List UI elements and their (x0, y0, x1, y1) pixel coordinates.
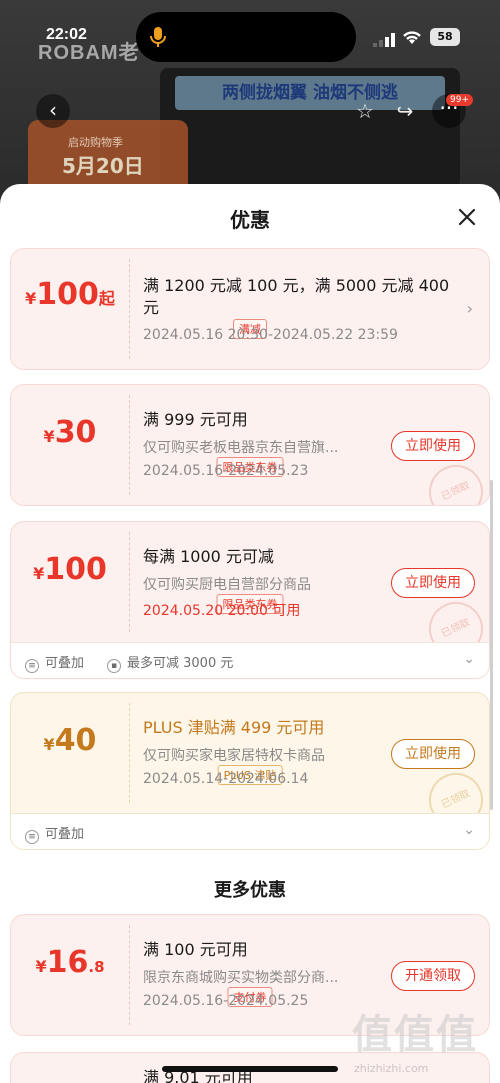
promo-line2: 5月20日 (62, 154, 144, 178)
coupon-desc: 仅可购买厨电自营部分商品 (143, 577, 311, 593)
coupon-date: 2024.05.16-2024.05.23 (143, 463, 309, 479)
coupon-desc: 仅可购买老板电器京东自营旗... (143, 440, 339, 456)
stackable-info: ≡ 可叠加 (25, 652, 84, 673)
coupon-title: 满 100 元可用 (143, 940, 248, 959)
coupon-date: 2024.05.14-2024.06.14 (143, 771, 309, 787)
coupon-amount: ¥16.8 (35, 945, 105, 980)
stack-icon: ≡ (25, 830, 39, 844)
use-now-button[interactable]: 立即使用 (391, 568, 475, 598)
coupon-card: ¥100 限品类东券 每满 1000 元可减 仅可购买厨电自营部分商品 2024… (10, 521, 490, 679)
coupon-date: 2024.05.16 20:30-2024.05.22 23:59 (143, 327, 398, 343)
coupon-title-cont: 元 (143, 298, 160, 317)
chevron-right-icon: › (466, 299, 473, 318)
coupon-amount: ¥40 (43, 723, 97, 758)
coupon-divider (129, 395, 130, 495)
back-button[interactable]: ‹ (36, 94, 70, 128)
stack-icon: ≡ (25, 659, 39, 673)
sheet-title: 优惠 (230, 208, 270, 232)
coupon-amount: ¥30 (43, 415, 97, 450)
use-now-button[interactable]: 立即使用 (391, 431, 475, 461)
coupon-footer[interactable]: ≡ 可叠加 ⌄ (11, 813, 489, 849)
use-now-button[interactable]: 立即使用 (391, 739, 475, 769)
coupon-desc: 限京东商城购买实物类部分商... (143, 970, 339, 986)
status-time: 22:02 (46, 26, 87, 43)
coupon-date: 2024.05.16-2024.05.25 (143, 993, 309, 1009)
coupon-card: ¥30 限品类东券 满 999 元可用 仅可购买老板电器京东自营旗... 202… (10, 384, 490, 506)
stackable-info: ≡ 可叠加 (25, 823, 84, 844)
wifi-icon (402, 30, 422, 49)
coupon-title: 每满 1000 元可减 (143, 547, 274, 566)
section-title: 更多优惠 (214, 880, 286, 901)
microphone-icon (150, 27, 166, 47)
coupon-divider (129, 532, 130, 632)
coupon-date: 2024.05.20 20:00 可用 (143, 603, 301, 619)
home-indicator[interactable] (162, 1066, 338, 1072)
coupon-title: PLUS 津贴满 499 元可用 (143, 718, 325, 737)
battery-indicator: 58 (430, 28, 460, 46)
chevron-down-icon[interactable]: ⌄ (463, 651, 475, 667)
scrollbar[interactable] (490, 480, 493, 810)
activate-claim-button[interactable]: 开通领取 (391, 961, 475, 991)
coupon-footer[interactable]: ≡ 可叠加 ▪ 最多可减 3000 元 ⌄ (11, 642, 489, 678)
coupon-card[interactable]: ¥100起 满减 满 1200 元减 100 元，满 5000 元减 400 元… (10, 248, 490, 370)
max-discount-info: ▪ 最多可减 3000 元 (107, 652, 233, 673)
watermark-logo: 值值值 (352, 1012, 478, 1058)
coupon-amount: ¥100起 (25, 277, 115, 312)
message-badge: 99+ (446, 94, 473, 106)
coin-icon: ▪ (107, 659, 121, 673)
chevron-down-icon[interactable]: ⌄ (463, 822, 475, 838)
coupon-title: 满 999 元可用 (143, 410, 248, 429)
offers-sheet: 优惠 ¥100起 满减 满 1200 元减 100 元，满 5000 元减 40… (0, 184, 500, 1083)
coupon-title: 满 1200 元减 100 元，满 5000 元减 400 (143, 276, 450, 295)
coupon-divider (129, 925, 130, 1025)
close-icon (458, 208, 476, 226)
coupon-card: ¥40 PLUS 津贴 PLUS 津贴满 499 元可用 仅可购买家电家居特权卡… (10, 692, 490, 850)
promo-line1: 启动购物季 (68, 136, 123, 149)
signal-icon (373, 32, 395, 51)
coupon-divider (129, 703, 130, 803)
dynamic-island (136, 12, 356, 62)
favorite-icon[interactable]: ☆ (350, 96, 380, 126)
close-button[interactable] (452, 202, 482, 232)
coupon-divider (129, 259, 130, 359)
coupon-desc: 仅可购买家电家居特权卡商品 (143, 748, 325, 764)
coupon-amount: ¥100 (33, 552, 107, 587)
watermark-site: zhizhizhi.com (354, 1062, 429, 1075)
share-icon[interactable]: ↪ (390, 96, 420, 126)
